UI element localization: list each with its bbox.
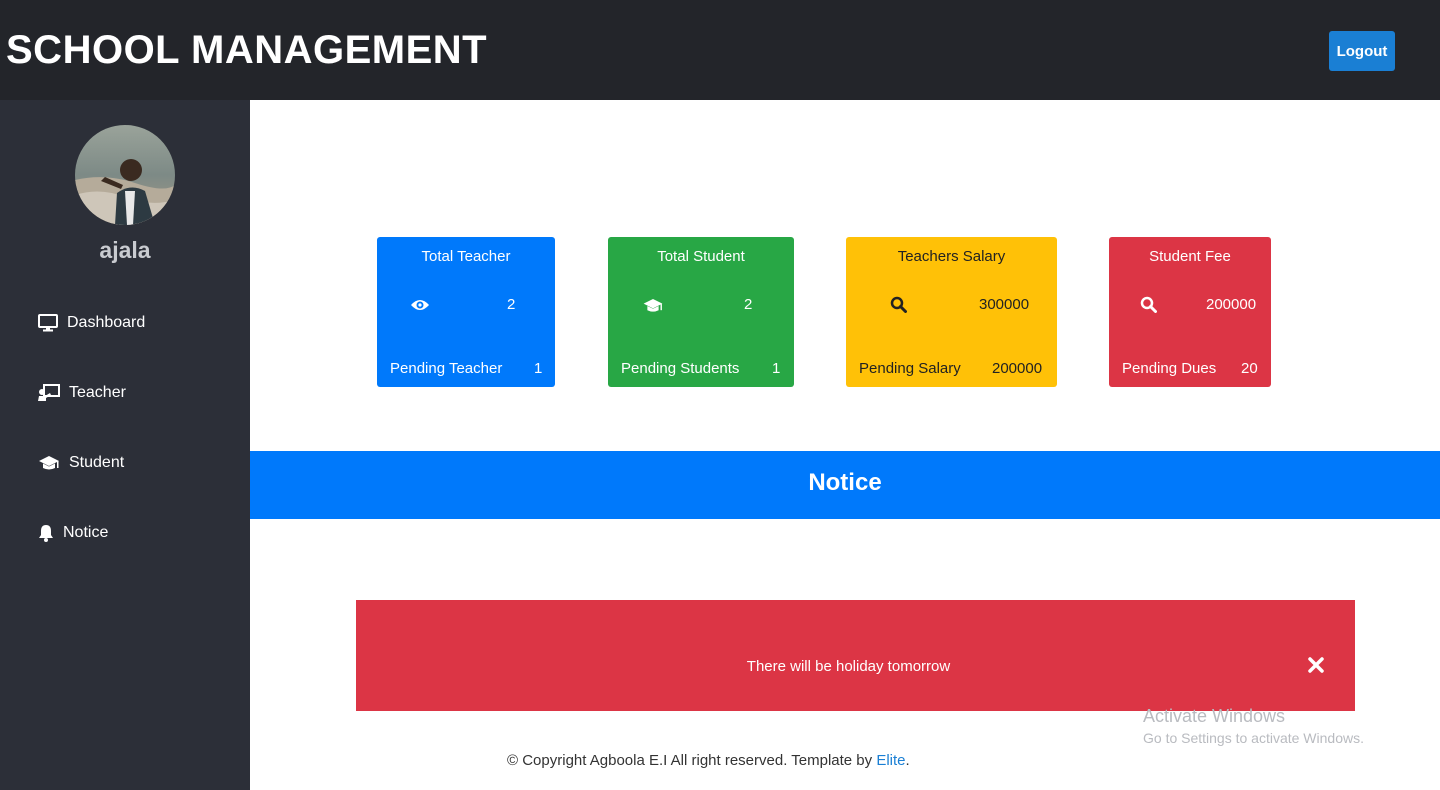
card-pending-label: Pending Dues <box>1122 360 1217 377</box>
footer-text: © Copyright Agboola E.I All right reserv… <box>507 752 877 769</box>
top-navbar: SCHOOL MANAGEMENT Logout <box>0 0 1440 100</box>
sidebar-item-label: Dashboard <box>67 314 146 331</box>
notice-alert: There will be holiday tomorrow <box>356 600 1355 711</box>
sidebar-item-notice[interactable]: Notice <box>38 518 108 548</box>
card-pending-value: 20 <box>1241 360 1258 377</box>
watermark-subtitle: Go to Settings to activate Windows. <box>1143 730 1364 746</box>
logout-button[interactable]: Logout <box>1329 31 1395 71</box>
sidebar: ajala Dashboard Teacher Student Notice <box>0 100 250 790</box>
monitor-icon <box>38 314 58 332</box>
notice-message: There will be holiday tomorrow <box>746 658 951 675</box>
avatar <box>75 125 175 225</box>
card-title: Teachers Salary <box>897 248 1006 265</box>
sidebar-item-label: Student <box>69 454 125 471</box>
graduation-cap-icon <box>39 456 59 470</box>
card-pending-value: 1 <box>772 360 781 377</box>
bell-icon <box>39 525 53 542</box>
username: ajala <box>99 237 151 263</box>
search-icon <box>1140 296 1157 313</box>
eye-icon <box>411 300 429 310</box>
footer-link[interactable]: Elite <box>876 752 905 769</box>
watermark-title: Activate Windows <box>1143 706 1286 726</box>
card-pending-value: 1 <box>534 360 543 377</box>
card-pending-value: 200000 <box>992 360 1043 377</box>
sidebar-item-dashboard[interactable]: Dashboard <box>38 308 145 338</box>
close-icon[interactable] <box>1306 655 1326 675</box>
notice-heading-bar: Notice <box>250 451 1440 519</box>
footer-suffix: . <box>905 752 910 769</box>
sidebar-item-label: Notice <box>63 524 109 541</box>
sidebar-item-student[interactable]: Student <box>38 448 124 478</box>
sidebar-item-teacher[interactable]: Teacher <box>38 378 126 408</box>
sidebar-item-label: Teacher <box>69 384 126 401</box>
search-icon <box>890 296 907 313</box>
stat-card-total-student[interactable]: Total Student 2 Pending Students 1 <box>608 237 794 387</box>
chalkboard-teacher-icon <box>38 384 60 401</box>
card-value: 200000 <box>1206 296 1257 313</box>
stat-card-student-fee[interactable]: Student Fee 200000 Pending Dues 20 <box>1109 237 1271 387</box>
card-pending-label: Pending Teacher <box>390 360 503 377</box>
app-title: SCHOOL MANAGEMENT <box>6 28 488 72</box>
card-value: 2 <box>507 296 516 313</box>
card-title: Total Student <box>657 248 745 265</box>
footer: © Copyright Agboola E.I All right reserv… <box>250 752 1440 769</box>
card-value: 300000 <box>979 296 1030 313</box>
card-title: Total Teacher <box>421 248 511 265</box>
notice-heading: Notice <box>808 469 882 496</box>
stat-card-teachers-salary[interactable]: Teachers Salary 300000 Pending Salary 20… <box>846 237 1057 387</box>
card-pending-label: Pending Salary <box>859 360 961 377</box>
card-title: Student Fee <box>1149 248 1231 265</box>
graduation-cap-icon <box>643 298 663 312</box>
card-value: 2 <box>744 296 753 313</box>
activation-watermark: Activate Windows Go to Settings to activ… <box>1143 706 1364 746</box>
card-pending-label: Pending Students <box>621 360 740 377</box>
stat-card-total-teacher[interactable]: Total Teacher 2 Pending Teacher 1 <box>377 237 555 387</box>
